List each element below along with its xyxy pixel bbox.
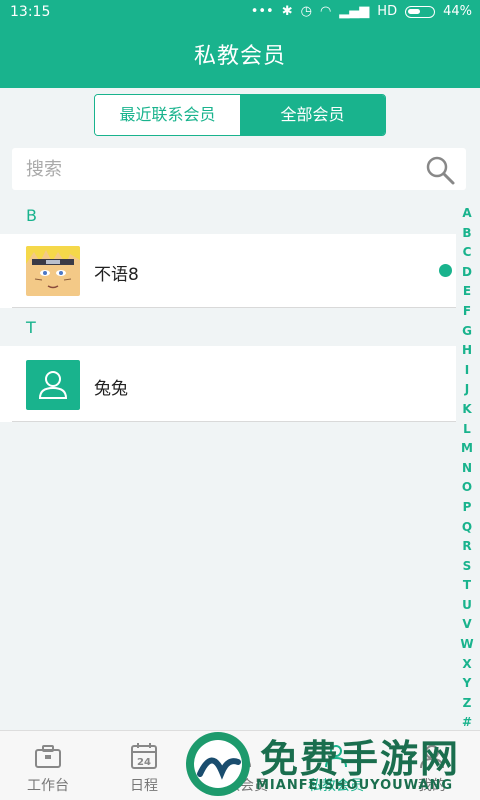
group-icon — [229, 745, 251, 768]
index-letter[interactable]: W — [458, 635, 476, 655]
index-letter[interactable]: T — [458, 576, 476, 596]
tab-label: 工作台 — [27, 778, 69, 794]
index-letter[interactable]: U — [458, 596, 476, 616]
index-letter[interactable]: X — [458, 655, 476, 675]
wifi-icon: ◠ — [319, 4, 332, 19]
index-letter[interactable]: R — [458, 537, 476, 557]
index-letter[interactable]: L — [458, 420, 476, 440]
network-type: HD — [377, 4, 398, 19]
index-letter[interactable]: O — [458, 478, 476, 498]
index-letter[interactable]: Y — [458, 674, 476, 694]
tab-label: 日程 — [130, 778, 158, 794]
profile-icon — [420, 745, 444, 769]
online-status-dot — [439, 264, 452, 277]
member-name: 不语8 — [94, 265, 139, 285]
index-letter[interactable]: G — [458, 322, 476, 342]
default-avatar-icon — [26, 360, 80, 410]
battery-icon — [405, 5, 436, 18]
member-name: 兔兔 — [94, 379, 128, 399]
section-header-b: B — [0, 198, 456, 234]
index-letter[interactable]: J — [458, 380, 476, 400]
tab-private-members[interactable]: 私教会员 — [288, 731, 384, 800]
calendar-icon: 24 — [131, 743, 157, 769]
member-filter-segment: 最近联系会员 全部会员 — [94, 94, 386, 136]
index-letter[interactable]: B — [458, 224, 476, 244]
tab-workbench[interactable]: 工作台 — [0, 731, 96, 800]
index-letter[interactable]: A — [458, 204, 476, 224]
tab-profile[interactable]: 我的 — [384, 731, 480, 800]
index-letter[interactable]: E — [458, 282, 476, 302]
alphabet-index: A B C D E F G H I J K L M N O P Q R S T U V W X Y Z # — [458, 204, 476, 733]
bottom-tab-bar: 工作台 24 日程 团教会员 私教会员 我的 — [0, 730, 480, 800]
index-letter[interactable]: V — [458, 615, 476, 635]
tab-recent-members[interactable]: 最近联系会员 — [95, 95, 240, 135]
divider — [12, 307, 456, 308]
briefcase-icon — [35, 745, 61, 768]
search-bar — [12, 148, 466, 190]
bluetooth-icon: ✱ — [281, 4, 293, 19]
more-dots-icon: ••• — [250, 4, 274, 19]
alarm-icon: ◷ — [300, 4, 312, 19]
index-letter[interactable]: S — [458, 557, 476, 577]
avatar — [26, 246, 80, 296]
status-icons: ••• ✱ ◷ ◠ ▂▄▆ HD 44% — [251, 4, 472, 19]
status-bar: 13:15 ••• ✱ ◷ ◠ ▂▄▆ HD 44% — [0, 0, 480, 26]
index-letter[interactable]: K — [458, 400, 476, 420]
tab-label: 我的 — [418, 778, 446, 794]
member-row[interactable]: 兔兔 — [0, 346, 456, 422]
signal-icon: ▂▄▆ — [339, 4, 370, 19]
index-letter[interactable]: N — [458, 459, 476, 479]
index-letter[interactable]: P — [458, 498, 476, 518]
tab-label: 私教会员 — [308, 778, 364, 794]
index-letter[interactable]: H — [458, 341, 476, 361]
calendar-date: 24 — [137, 757, 151, 768]
page-title: 私教会员 — [0, 26, 480, 88]
search-input[interactable] — [12, 148, 392, 190]
status-time: 13:15 — [10, 4, 51, 20]
member-icon — [325, 745, 347, 768]
tab-schedule[interactable]: 24 日程 — [96, 731, 192, 800]
index-letter[interactable]: M — [458, 439, 476, 459]
tab-all-members[interactable]: 全部会员 — [240, 95, 385, 135]
index-letter[interactable]: D — [458, 263, 476, 283]
index-letter[interactable]: Z — [458, 694, 476, 714]
index-letter[interactable]: C — [458, 243, 476, 263]
index-letter[interactable]: Q — [458, 518, 476, 538]
index-letter[interactable]: F — [458, 302, 476, 322]
divider — [12, 421, 456, 422]
battery-level: 44% — [443, 4, 472, 19]
tab-label: 团教会员 — [212, 778, 268, 794]
section-header-t: T — [0, 310, 456, 346]
member-row[interactable]: 不语8 — [0, 234, 456, 308]
index-letter[interactable]: I — [458, 361, 476, 381]
tab-group-members[interactable]: 团教会员 — [192, 731, 288, 800]
search-icon[interactable] — [424, 154, 456, 186]
